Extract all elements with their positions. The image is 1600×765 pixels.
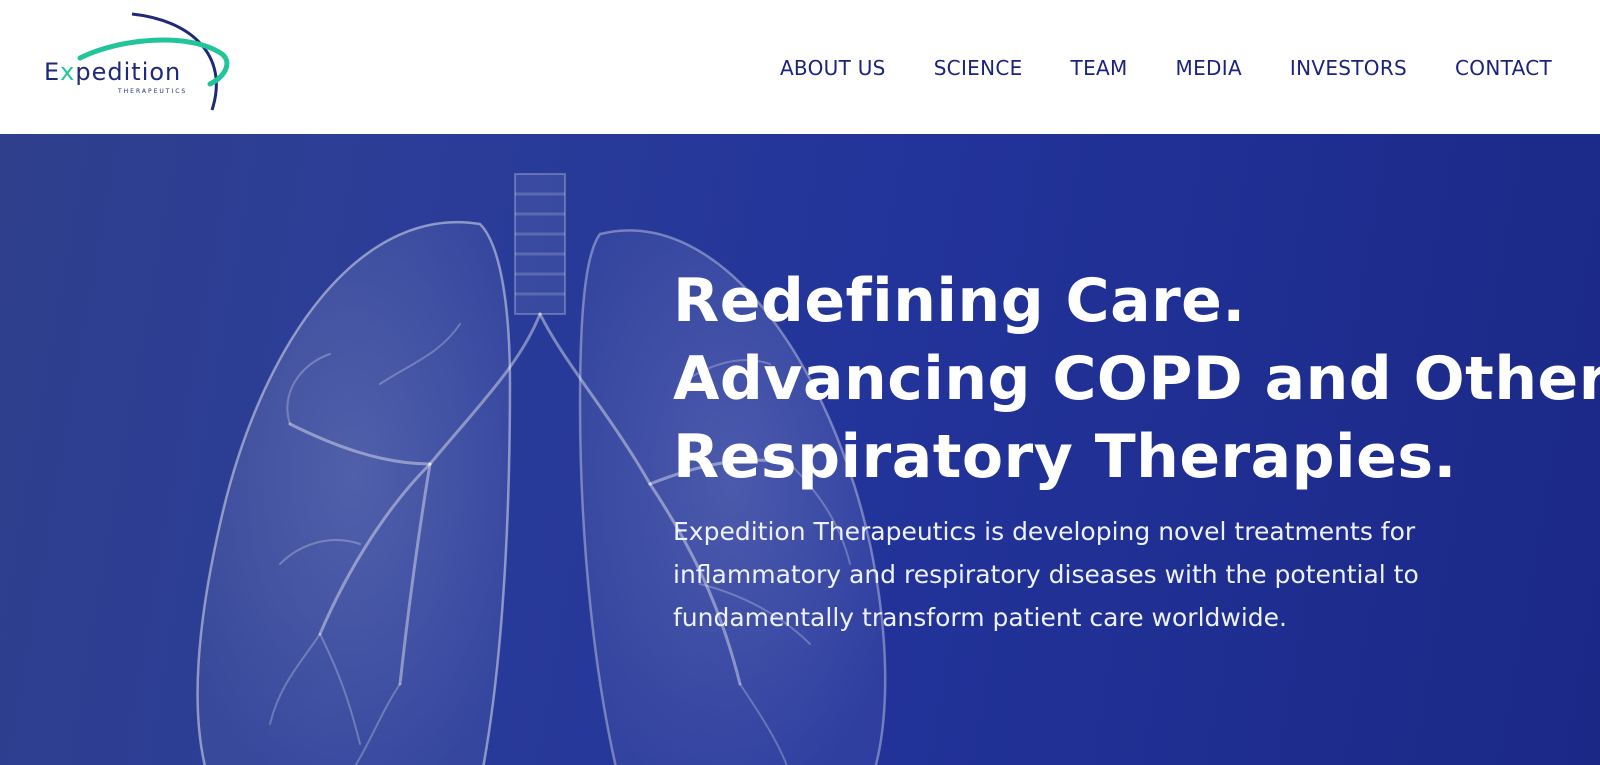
- nav-about-us[interactable]: ABOUT US: [780, 56, 886, 80]
- hero-section: Redefining Care. Advancing COPD and Othe…: [0, 134, 1600, 765]
- nav-investors[interactable]: INVESTORS: [1290, 56, 1407, 80]
- nav-team[interactable]: TEAM: [1071, 56, 1128, 80]
- hero-headline: Redefining Care. Advancing COPD and Othe…: [673, 262, 1600, 496]
- site-header: Expedition THERAPEUTICS ABOUT US SCIENCE…: [0, 0, 1600, 134]
- logo-subtitle: THERAPEUTICS: [118, 88, 188, 95]
- headline-line-3: Respiratory Therapies.: [673, 422, 1457, 492]
- headline-line-1: Redefining Care.: [673, 266, 1246, 336]
- nav-science[interactable]: SCIENCE: [934, 56, 1023, 80]
- logo-wordmark: Expedition: [44, 58, 182, 86]
- nav-contact[interactable]: CONTACT: [1455, 56, 1552, 80]
- nav-media[interactable]: MEDIA: [1176, 56, 1242, 80]
- logo-link[interactable]: Expedition THERAPEUTICS: [40, 10, 240, 118]
- main-nav: ABOUT US SCIENCE TEAM MEDIA INVESTORS CO…: [780, 56, 1552, 80]
- hero-description: Expedition Therapeutics is developing no…: [673, 517, 1419, 632]
- headline-line-2: Advancing COPD and Other: [673, 344, 1600, 414]
- hero-text-block: Redefining Care. Advancing COPD and Othe…: [673, 262, 1600, 639]
